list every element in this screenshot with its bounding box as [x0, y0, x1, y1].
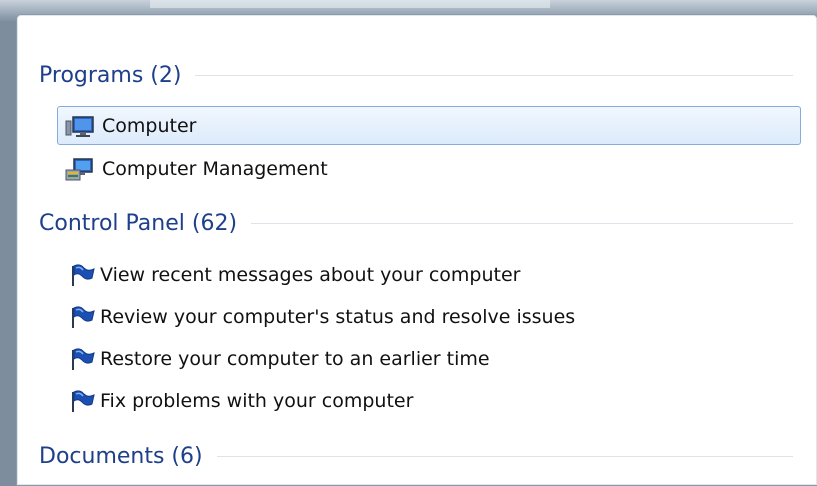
group-header-control-panel[interactable]: Control Panel (62) — [39, 207, 793, 239]
group-divider — [216, 455, 793, 457]
group-header-documents[interactable]: Documents (6) — [39, 440, 793, 472]
action-center-flag-icon — [64, 346, 96, 372]
group-divider — [251, 222, 793, 224]
group-title-programs[interactable]: Programs (2) — [39, 63, 181, 88]
action-center-flag-icon — [64, 262, 96, 288]
result-item-computer[interactable]: Computer — [57, 106, 801, 145]
taskbar-highlight — [150, 0, 550, 8]
result-item-view-recent-messages[interactable]: View recent messages about your computer — [57, 255, 801, 294]
group-title-documents[interactable]: Documents (6) — [39, 444, 203, 469]
group-divider — [195, 74, 793, 76]
result-item-restore-computer[interactable]: Restore your computer to an earlier time — [57, 339, 801, 378]
computer-management-icon — [64, 156, 96, 182]
action-center-flag-icon — [64, 304, 96, 330]
result-item-label: View recent messages about your computer — [100, 263, 521, 286]
result-item-review-status[interactable]: Review your computer's status and resolv… — [57, 297, 801, 336]
result-item-label: Review your computer's status and resolv… — [100, 305, 576, 328]
start-menu-search-results: Programs (2) Computer Computer Managemen… — [16, 14, 817, 486]
group-header-programs[interactable]: Programs (2) — [39, 59, 793, 91]
result-item-label: Computer — [102, 114, 197, 137]
result-item-computer-management[interactable]: Computer Management — [57, 149, 801, 188]
computer-icon — [64, 113, 96, 139]
result-item-label: Fix problems with your computer — [100, 389, 414, 412]
result-item-label: Restore your computer to an earlier time — [100, 347, 490, 370]
result-item-label: Computer Management — [102, 157, 328, 180]
result-item-fix-problems[interactable]: Fix problems with your computer — [57, 381, 801, 420]
group-title-control-panel[interactable]: Control Panel (62) — [39, 211, 237, 236]
action-center-flag-icon — [64, 388, 96, 414]
